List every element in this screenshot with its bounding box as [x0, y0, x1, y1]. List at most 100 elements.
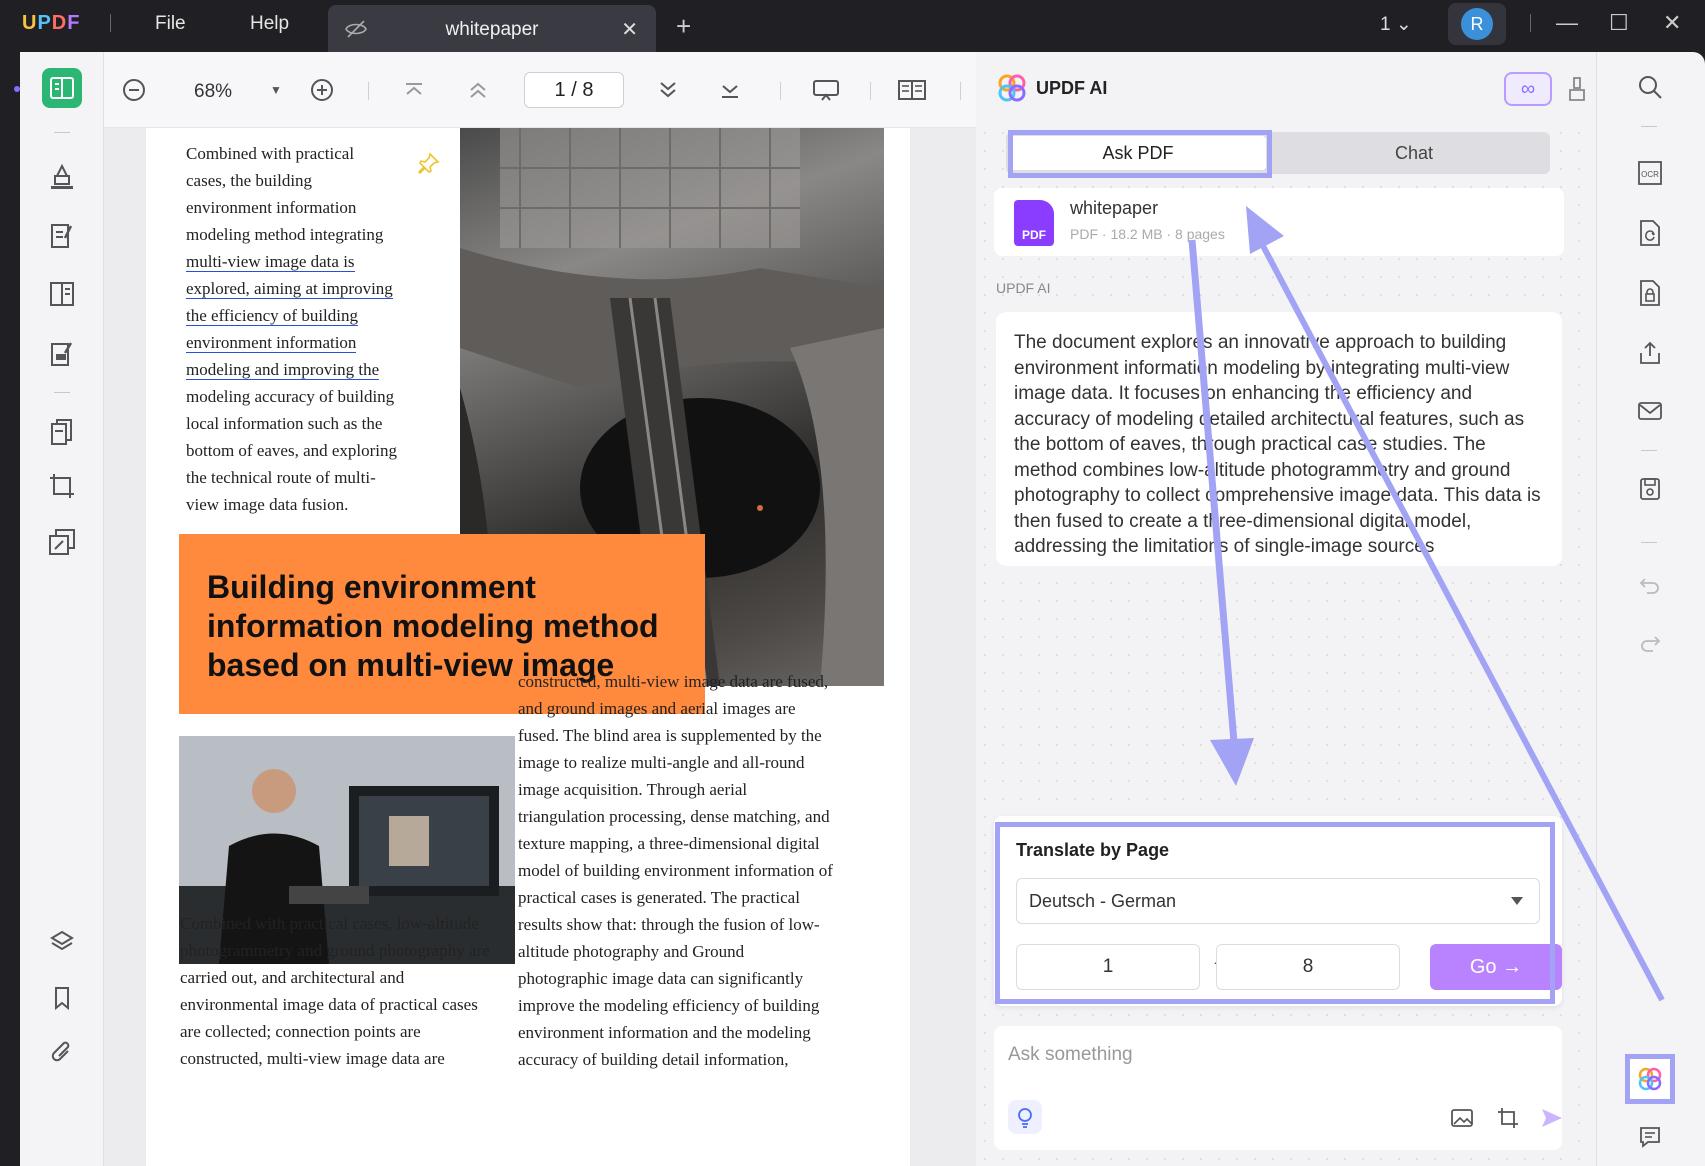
- last-page-icon[interactable]: [714, 74, 746, 106]
- divider: [1530, 14, 1531, 32]
- image-upload-icon[interactable]: [1448, 1104, 1476, 1132]
- document-tab[interactable]: whitepaper ✕: [328, 5, 656, 52]
- form-edit-icon[interactable]: [42, 334, 82, 374]
- organize-pages-icon[interactable]: [42, 412, 82, 452]
- divider: [960, 82, 961, 100]
- close-tab-icon[interactable]: ✕: [621, 17, 638, 42]
- new-tab-button[interactable]: +: [676, 11, 691, 42]
- watermark-icon[interactable]: [42, 522, 82, 562]
- undo-icon[interactable]: [1633, 568, 1667, 602]
- highlighter-icon[interactable]: [42, 156, 82, 196]
- bottom-left-paragraph: Combined with practical cases, low-altit…: [180, 914, 490, 1068]
- left-tool-rail: [20, 52, 104, 1166]
- layers-icon[interactable]: [42, 922, 82, 962]
- unlimited-plan-icon[interactable]: ∞: [1504, 72, 1552, 106]
- bookmark-icon[interactable]: [42, 978, 82, 1018]
- ai-answer: The document explores an innovative appr…: [996, 312, 1562, 566]
- divider: [54, 132, 70, 133]
- file-card[interactable]: PDF whitepaper PDF · 18.2 MB · 8 pages: [994, 188, 1564, 256]
- attachment-icon[interactable]: [42, 1034, 82, 1074]
- ocr-icon[interactable]: OCR: [1633, 156, 1667, 190]
- tab-title: whitepaper: [445, 19, 539, 40]
- clean-icon[interactable]: [1568, 76, 1586, 102]
- zoom-in-icon[interactable]: [306, 74, 338, 106]
- divider: [54, 392, 70, 393]
- protect-pdf-icon[interactable]: [1633, 276, 1667, 310]
- divider: [368, 82, 369, 100]
- updf-ai-logo-icon: [998, 74, 1026, 102]
- underlined-text: multi-view image data is: [186, 252, 355, 272]
- highlight-translate: [995, 822, 1555, 1004]
- window-count-dropdown[interactable]: 1 ⌄: [1380, 13, 1412, 36]
- text-line: environment information: [186, 198, 357, 217]
- two-page-view-icon[interactable]: [896, 74, 928, 106]
- text-line: local information such as the: [186, 414, 383, 433]
- previous-page-icon[interactable]: [462, 74, 494, 106]
- svg-text:OCR: OCR: [1641, 170, 1659, 179]
- divider: [1641, 126, 1657, 127]
- title-bar: UPDF File Help whitepaper ✕ + 1 ⌄ R — ☐ …: [0, 0, 1705, 52]
- underlined-text: environment information: [186, 333, 357, 353]
- ai-panel-title: UPDF AI: [1036, 78, 1108, 98]
- zoom-dropdown-icon[interactable]: ▼: [260, 74, 292, 106]
- text-line: cases, the building: [186, 171, 313, 190]
- menu-help[interactable]: Help: [250, 13, 289, 35]
- document-viewport[interactable]: Combined with practical cases, the build…: [104, 128, 976, 1166]
- pdf-badge-label: PDF: [1022, 228, 1046, 242]
- underlined-text: modeling and improving the: [186, 360, 380, 380]
- divider: [780, 82, 781, 100]
- divider: [1641, 450, 1657, 451]
- menu-file[interactable]: File: [155, 13, 186, 35]
- ai-panel-header: UPDF AI ∞: [976, 52, 1596, 122]
- redo-icon[interactable]: [1633, 626, 1667, 660]
- save-icon[interactable]: [1633, 472, 1667, 506]
- tab-chat[interactable]: Chat: [1278, 132, 1550, 174]
- maximize-icon[interactable]: ☐: [1609, 10, 1629, 36]
- ai-source-label: UPDF AI: [996, 280, 1051, 296]
- first-page-icon[interactable]: [398, 74, 430, 106]
- pin-icon[interactable]: [416, 152, 440, 176]
- slideshow-icon[interactable]: [810, 74, 842, 106]
- text-line: the technical route of multi-: [186, 468, 376, 487]
- share-icon[interactable]: [1633, 336, 1667, 370]
- close-window-icon[interactable]: ✕: [1663, 10, 1681, 36]
- column-1-text: Combined with practical cases, the build…: [186, 140, 426, 518]
- ask-placeholder: Ask something: [1008, 1044, 1133, 1065]
- crop-pages-icon[interactable]: [42, 466, 82, 506]
- zoom-level[interactable]: 68%: [194, 81, 232, 103]
- text-line: view image data fusion.: [186, 495, 349, 514]
- pdf-file-icon: PDF: [1014, 200, 1054, 246]
- right-column-paragraph: constructed, multi-view image data are f…: [518, 672, 833, 1069]
- text-line: Combined with practical: [186, 144, 355, 163]
- underlined-text: explored, aiming at improving: [186, 279, 393, 299]
- next-page-icon[interactable]: [652, 74, 684, 106]
- user-avatar[interactable]: R: [1448, 3, 1506, 45]
- ask-input[interactable]: Ask something: [994, 1026, 1562, 1150]
- updf-ai-toggle-icon[interactable]: [1625, 1054, 1675, 1104]
- underlined-text: the efficiency of building: [186, 306, 358, 326]
- app-logo: UPDF: [22, 12, 81, 34]
- search-icon[interactable]: [1633, 70, 1667, 104]
- view-toolbar: 68% ▼ 1 / 8: [104, 52, 976, 128]
- reader-mode-icon[interactable]: [42, 68, 82, 108]
- text-line: modeling method integrating: [186, 225, 384, 244]
- comment-icon[interactable]: [1633, 1120, 1667, 1154]
- zoom-out-icon[interactable]: [118, 74, 150, 106]
- divider: [1641, 542, 1657, 543]
- email-icon[interactable]: [1633, 394, 1667, 428]
- chevron-down-icon: ⌄: [1395, 14, 1412, 35]
- page-number-input[interactable]: 1 / 8: [524, 72, 624, 108]
- page-layout-icon[interactable]: [42, 274, 82, 314]
- right-tool-rail: OCR: [1596, 52, 1705, 1166]
- highlight-ask-pdf: [1008, 130, 1272, 178]
- pdf-page: Combined with practical cases, the build…: [146, 128, 910, 1166]
- prompt-ideas-icon[interactable]: [1008, 1100, 1042, 1134]
- screenshot-icon[interactable]: [1494, 1104, 1522, 1132]
- edit-pdf-icon[interactable]: [42, 216, 82, 256]
- send-icon[interactable]: [1538, 1104, 1566, 1132]
- convert-pdf-icon[interactable]: [1633, 216, 1667, 250]
- minimize-icon[interactable]: —: [1556, 10, 1578, 36]
- text-line: modeling accuracy of building: [186, 387, 395, 406]
- window-count: 1: [1380, 14, 1391, 35]
- divider: [110, 14, 111, 32]
